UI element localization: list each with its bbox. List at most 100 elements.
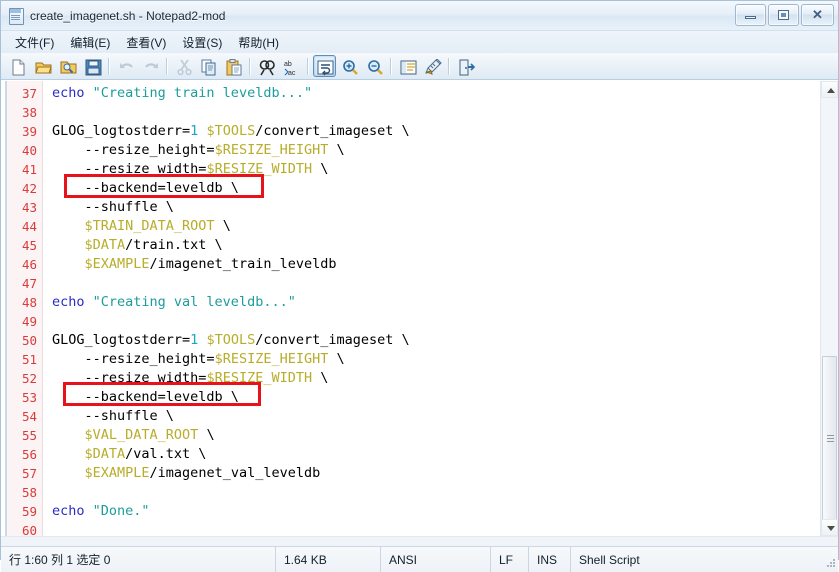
line-number: 47 [21, 276, 37, 291]
code-line: GLOG_logtostderr=1 $TOOLS/convert_images… [52, 331, 820, 350]
code-text[interactable]: echo "Creating train leveldb..." GLOG_lo… [43, 81, 820, 536]
code-token: --resize_width= [52, 370, 207, 386]
word-wrap-icon[interactable] [313, 55, 336, 77]
code-token: $TRAIN_DATA_ROOT [84, 218, 215, 234]
paste-icon[interactable] [222, 55, 245, 77]
zoom-in-icon[interactable] [338, 55, 361, 77]
line-number: 39 [21, 124, 37, 139]
scroll-thumb[interactable] [822, 356, 837, 521]
code-token: GLOG_logtostderr= [52, 332, 191, 348]
editor-area: 37 38 39 40 41 42 43 44 45 46 47 48 49 50 51 52 53 54 55 56… [1, 80, 838, 536]
code-line: --resize_height=$RESIZE_HEIGHT \ [52, 141, 820, 160]
code-token: $EXAMPLE [84, 465, 150, 481]
maximize-button[interactable] [768, 4, 799, 26]
code-token: --resize_height= [52, 351, 215, 367]
line-number: 59 [21, 504, 37, 519]
line-number: 60 [21, 523, 37, 536]
code-line: echo "Creating train leveldb..." [52, 84, 820, 103]
code-token: $DATA [84, 237, 126, 253]
code-token: GLOG_logtostderr= [52, 123, 191, 139]
code-token: /convert_imageset \ [255, 332, 410, 348]
close-button[interactable]: ✕ [801, 4, 834, 26]
code-token: --resize_height= [52, 142, 215, 158]
code-token: --shuffle \ [52, 408, 174, 424]
code-token: \ [328, 142, 345, 158]
code-line: $DATA/train.txt \ [52, 236, 820, 255]
separator-6 [448, 57, 450, 75]
zoom-out-icon[interactable] [363, 55, 386, 77]
line-number: 53 [21, 390, 37, 405]
code-token: "Done." [92, 503, 150, 519]
window-controls: ✕ [735, 4, 834, 26]
browse-file-icon[interactable] [56, 55, 79, 77]
code-line: --backend=leveldb \ [52, 388, 820, 407]
code-line: --resize_width=$RESIZE_WIDTH \ [52, 369, 820, 388]
code-line: --shuffle \ [52, 407, 820, 426]
window-title: create_imagenet.sh - Notepad2-mod [30, 8, 226, 23]
code-token: echo [52, 503, 93, 519]
code-token: $RESIZE_WIDTH [206, 370, 313, 386]
scroll-thumb-grip [827, 434, 834, 444]
menu-help[interactable]: 帮助(H) [230, 32, 287, 53]
undo-icon[interactable] [114, 55, 137, 77]
replace-icon[interactable]: ab ac [280, 55, 303, 77]
code-token: \ [312, 161, 329, 177]
notepad2-window: create_imagenet.sh - Notepad2-mod ✕ 文件(F… [0, 0, 839, 572]
find-icon[interactable] [255, 55, 278, 77]
exit-icon[interactable] [454, 55, 477, 77]
code-token: $TOOLS [206, 123, 256, 139]
line-number: 46 [21, 257, 37, 272]
line-number: 49 [21, 314, 37, 329]
line-number: 41 [21, 162, 37, 177]
redo-icon[interactable] [139, 55, 162, 77]
code-token: /imagenet_val_leveldb [149, 465, 321, 481]
code-token: --resize_width= [52, 161, 207, 177]
menu-view[interactable]: 查看(V) [118, 32, 174, 53]
separator-3 [249, 57, 251, 75]
code-token: "Creating val leveldb..." [92, 294, 296, 310]
code-line: --shuffle \ [52, 198, 820, 217]
scroll-up-arrow[interactable] [821, 81, 838, 98]
cut-icon[interactable] [172, 55, 195, 77]
scheme-icon[interactable] [396, 55, 419, 77]
line-number: 52 [21, 371, 37, 386]
vertical-scrollbar[interactable] [820, 81, 838, 536]
code-token: /val.txt \ [125, 446, 207, 462]
minimize-button[interactable] [735, 4, 766, 26]
code-token: echo [52, 85, 93, 101]
save-file-icon[interactable] [81, 55, 104, 77]
line-number: 37 [21, 86, 37, 101]
open-file-icon[interactable] [31, 55, 54, 77]
line-number: 57 [21, 466, 37, 481]
svg-text:ab: ab [284, 61, 292, 68]
code-token: \ [198, 427, 215, 443]
horizontal-scroll-strip[interactable] [1, 536, 838, 546]
code-line: $VAL_DATA_ROOT \ [52, 426, 820, 445]
line-number: 50 [21, 333, 37, 348]
editor-viewport[interactable]: 37 38 39 40 41 42 43 44 45 46 47 48 49 50 51 52 53 54 55 56… [1, 81, 820, 536]
code-token: \ [328, 351, 345, 367]
code-line: $EXAMPLE/imagenet_val_leveldb [52, 464, 820, 483]
menu-edit[interactable]: 编辑(E) [62, 32, 118, 53]
scheme-options-icon[interactable] [421, 55, 444, 77]
new-file-icon[interactable] [6, 55, 29, 77]
menu-file[interactable]: 文件(F) [7, 32, 62, 53]
code-line: $DATA/val.txt \ [52, 445, 820, 464]
line-number: 40 [21, 143, 37, 158]
scroll-down-arrow[interactable] [821, 519, 838, 536]
code-token: $VAL_DATA_ROOT [84, 427, 199, 443]
separator-1 [108, 57, 110, 75]
copy-icon[interactable] [197, 55, 220, 77]
title-bar: create_imagenet.sh - Notepad2-mod ✕ [1, 1, 838, 31]
line-number: 58 [21, 485, 37, 500]
menu-settings[interactable]: 设置(S) [174, 32, 230, 53]
